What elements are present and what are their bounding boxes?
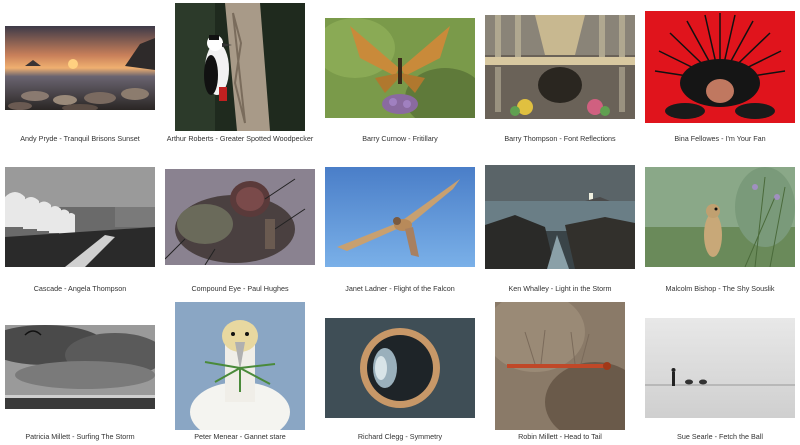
photo-caption: Sue Searle - Fetch the Ball [677,432,763,441]
photo-gannet[interactable] [175,302,305,430]
photo-cascade[interactable] [5,167,155,267]
photo-sunset-beach[interactable] [5,26,155,110]
photo-caption: Barry Curnow - Fritillary [362,134,438,143]
photo-caption: Robin Millett - Head to Tail [518,432,602,441]
photo-caption: Compound Eye - Paul Hughes [191,284,289,293]
photo-woodpecker[interactable] [175,3,305,131]
photo-symmetry[interactable] [325,318,475,418]
photo-caption: Patricia Millett - Surfing The Storm [25,432,135,441]
photo-butterfly[interactable] [325,18,475,118]
photo-surfing-storm[interactable] [5,325,155,409]
photo-caption: Malcolm Bishop - The Shy Souslik [665,284,775,293]
photo-caption: Peter Menear - Gannet stare [194,432,286,441]
photo-fan[interactable] [645,11,795,123]
photo-storm-coast[interactable] [485,165,635,269]
photo-souslik[interactable] [645,167,795,267]
photo-gallery: Andy Pryde - Tranquil Brisons Sunset Art… [0,0,800,445]
photo-caption: Arthur Roberts - Greater Spotted Woodpec… [166,134,314,143]
photo-caption: Janet Ladner - Flight of the Falcon [345,284,455,293]
photo-caption: Andy Pryde - Tranquil Brisons Sunset [20,134,140,143]
photo-fly-eye[interactable] [165,169,315,265]
photo-caption: Cascade - Angela Thompson [33,284,127,293]
photo-caption: Richard Clegg - Symmetry [357,432,443,441]
photo-caption: Barry Thompson - Font Reflections [504,134,616,143]
photo-caption: Ken Whalley - Light in the Storm [508,284,612,293]
photo-caption: Bina Fellowes - I'm Your Fan [674,134,766,143]
photo-font-reflections[interactable] [485,15,635,119]
photo-fetch-ball[interactable] [645,318,795,418]
photo-dragonflies[interactable] [495,302,625,430]
photo-falcon[interactable] [325,167,475,267]
